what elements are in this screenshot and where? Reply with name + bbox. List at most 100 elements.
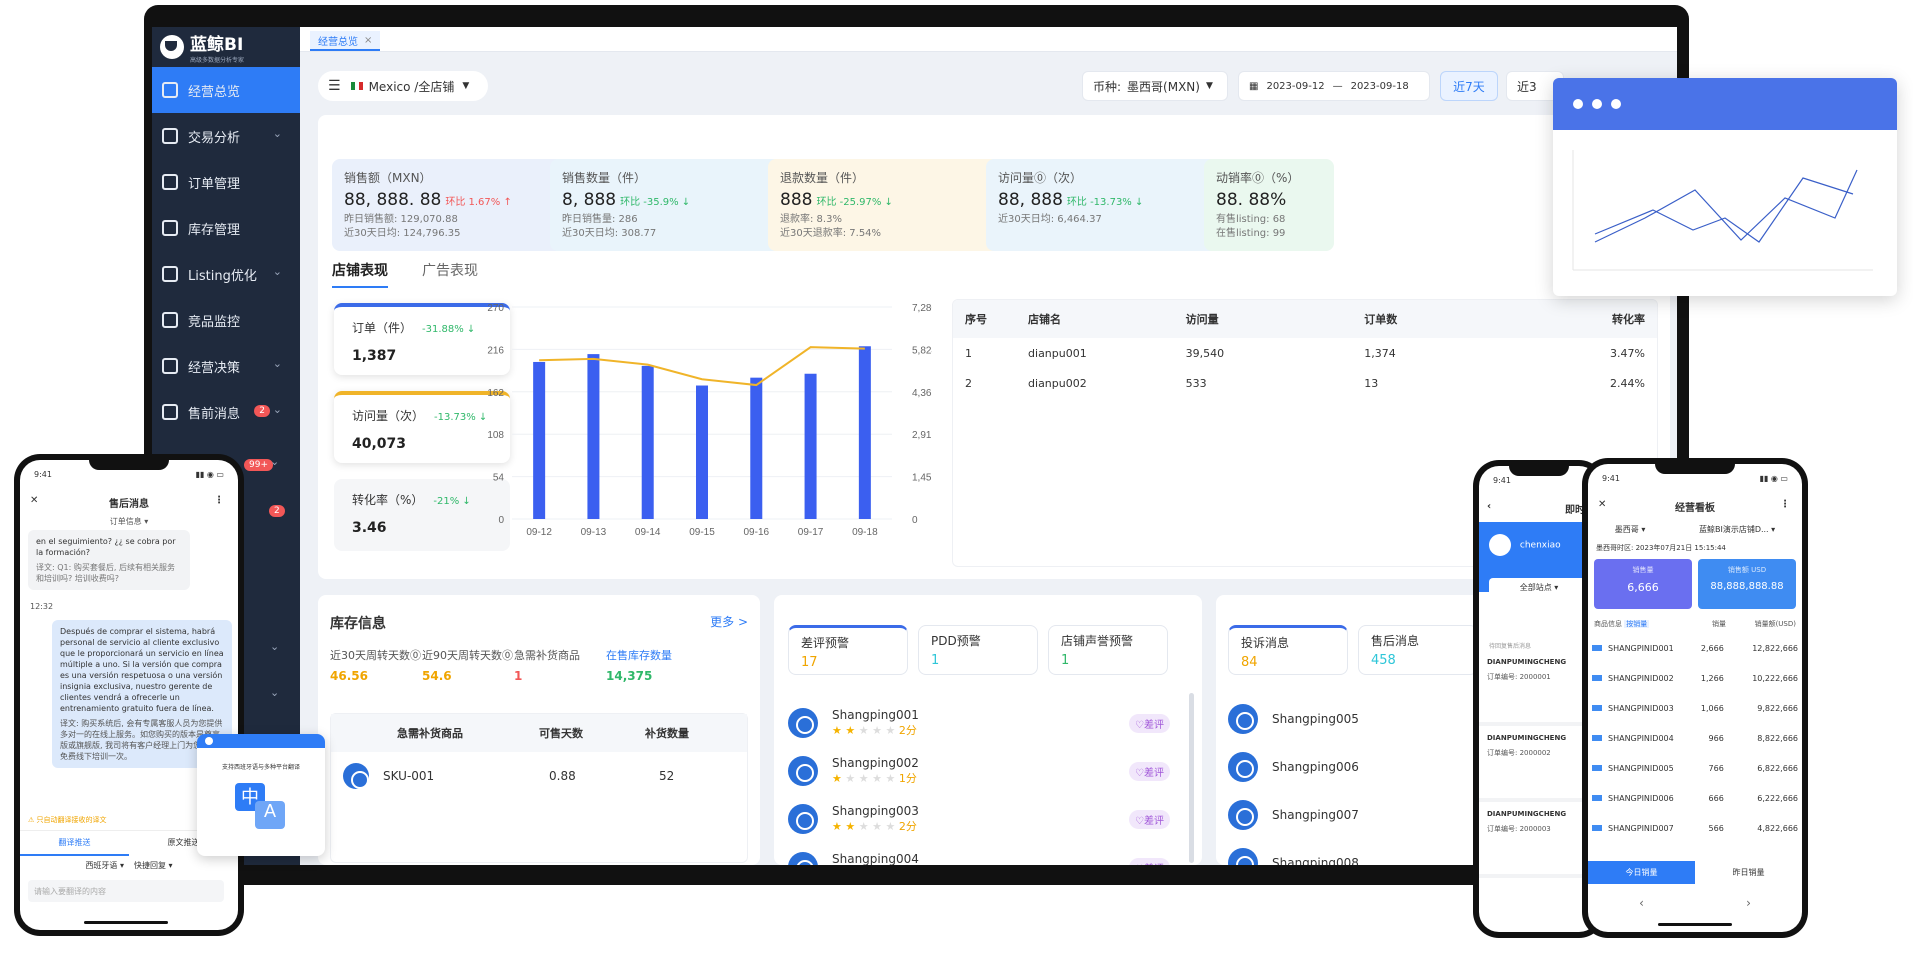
sidebar-item-label: Listing优化: [188, 268, 257, 284]
phone-time: 9:41: [1493, 476, 1511, 485]
more-icon[interactable]: ⋮: [214, 495, 224, 506]
sidebar-item-0[interactable]: 经营总览: [152, 67, 300, 113]
kpi-card[interactable]: 销售额（MXN） 88, 888. 88 环比 1.67% ↑ 昨日销售额: 129,…: [332, 159, 586, 251]
sidebar-item-4[interactable]: Listing优化 ⌄: [152, 251, 300, 297]
alert-card[interactable]: 投诉消息 84: [1228, 625, 1348, 675]
tab-ad-performance[interactable]: 广告表现: [422, 260, 478, 280]
kpi-title: 销售数量（件）: [562, 171, 647, 185]
tab-overview[interactable]: 经营总览 ×: [310, 31, 381, 51]
sidebar-item-2[interactable]: 订单管理: [152, 159, 300, 205]
sidebar-item-1[interactable]: 交易分析 ⌄: [152, 113, 300, 159]
bad-review-tag[interactable]: ♡差评: [1129, 809, 1170, 829]
back-icon[interactable]: ‹: [1487, 501, 1491, 512]
bar: [696, 385, 708, 519]
alert-card[interactable]: PDD预警 1: [918, 625, 1038, 675]
table-row[interactable]: 1 dianpu001 39,540 1,374 3.47%: [953, 338, 1657, 368]
tab-translate-push[interactable]: 翻译推送: [20, 831, 129, 856]
language-select[interactable]: 西班牙语 ▾: [85, 860, 124, 871]
sidebar-item-7[interactable]: 售前消息 2 ⌄: [152, 389, 300, 435]
y2-tick-label: 1,456: [912, 473, 932, 484]
order-info-toggle[interactable]: 订单信息 ▾: [20, 516, 238, 527]
chevron-down-icon[interactable]: ⌄: [270, 640, 279, 653]
store-select[interactable]: 蓝鲸BI演示店铺D... ▾: [1699, 524, 1775, 535]
table-row[interactable]: SHANGPINID004 966 8,822,666: [1588, 723, 1802, 753]
table-row[interactable]: SHANGPINID005 766 6,822,666: [1588, 753, 1802, 783]
alert-card[interactable]: 差评预警 17: [788, 625, 908, 675]
window-dot-icon[interactable]: [1611, 99, 1621, 109]
tab-today-sales[interactable]: 今日销量: [1588, 861, 1695, 884]
range-7days-button[interactable]: 近7天: [1440, 71, 1498, 101]
order-item[interactable]: DIANPUMINGCHENG 订单编号: 2000003: [1479, 802, 1599, 878]
site-selector[interactable]: 全部站点 ▾: [1489, 578, 1589, 597]
table-row[interactable]: SHANGPINID003 1,066 9,822,666: [1588, 693, 1802, 723]
list-item[interactable]: Shangping003 ★ ★ ★ ★ ★ 2分 ♡差评: [788, 795, 1178, 843]
sidebar-item-5[interactable]: 竞品监控: [152, 297, 300, 343]
popup-text: 支持西班牙语与多种平台翻译: [221, 764, 300, 771]
kpi-card[interactable]: 动销率⓪（%） 88. 88% 有售listing: 68 在售listing: 99: [1204, 159, 1334, 251]
table-row[interactable]: SHANGPINID001 2,666 12,822,666: [1588, 633, 1802, 663]
phone-screen: 9:41 ▮▮ ◉ ▭ ✕ 经营看板 ⋮ 墨西哥 ▾ 蓝鲸BI演示店铺D... ▾…: [1588, 464, 1802, 932]
alert-label: 售后消息: [1371, 634, 1420, 648]
chevron-down-icon[interactable]: ⌄: [270, 686, 279, 699]
more-icon[interactable]: ⋮: [1780, 499, 1790, 510]
kpi-card[interactable]: 访问量⓪（次） 88, 888 环比 -13.73% ↓ 近30天日均: 6,464.…: [986, 159, 1240, 251]
date-range-picker[interactable]: ▦ 2023-09-12 — 2023-09-18: [1238, 71, 1430, 101]
table-row[interactable]: SHANGPINID007 566 4,822,666: [1588, 813, 1802, 843]
close-icon[interactable]: ✕: [30, 495, 38, 506]
product-cell: SHANGPINID001: [1588, 633, 1690, 663]
sidebar-item-6[interactable]: 经营决策 ⌄: [152, 343, 300, 389]
app-logo[interactable]: 蓝鲸BI 高级多数据分析专家: [152, 27, 300, 67]
list-item[interactable]: Shangping002 ★ ★ ★ ★ ★ 1分 ♡差评: [788, 747, 1178, 795]
currency-selector[interactable]: 币种: 墨西哥(MXN) ▼: [1082, 71, 1228, 101]
shop-logo-icon: [788, 804, 818, 834]
table-row[interactable]: SKU-001 0.88 52: [331, 752, 747, 800]
menu-icon[interactable]: ☰: [328, 78, 341, 94]
message-text: Después de comprar el sistema, habrá per…: [60, 627, 224, 713]
kpi-sub: 近30天日均: 6,464.37: [998, 214, 1102, 225]
table-row[interactable]: 2 dianpu002 533 13 2.44%: [953, 368, 1657, 398]
window-dot-icon[interactable]: [1592, 99, 1602, 109]
window-dot-icon[interactable]: [1573, 99, 1583, 109]
kpi-sub: 近30天日均: 124,796.35: [344, 228, 461, 239]
tab-yesterday-sales[interactable]: 昨日销量: [1695, 861, 1802, 884]
bad-review-tag[interactable]: ♡差评: [1129, 713, 1170, 733]
bad-review-tag[interactable]: ♡差评: [1129, 761, 1170, 781]
chevron-down-icon: ⌄: [272, 127, 282, 140]
kpi-card[interactable]: 退款数量（件） 888 环比 -25.97% ↓ 退款率: 8.3% 近30天退款率: …: [768, 159, 1022, 251]
forward-icon[interactable]: ›: [1746, 896, 1751, 910]
chevron-down-icon[interactable]: ⌄: [270, 455, 279, 468]
quick-reply-select[interactable]: 快捷回复 ▾: [134, 860, 173, 871]
review-alert-panel: 差评预警 17 PDD预警 1 店铺声誉预警 1 Shangping001 ★ ★ ★ ★ …: [774, 595, 1202, 865]
product-name: Shangping007: [1272, 808, 1359, 822]
sort-tag[interactable]: 按销量: [1624, 620, 1650, 628]
qty-cell: 1,266: [1700, 673, 1724, 683]
close-icon[interactable]: ×: [364, 35, 372, 46]
tab-store-performance[interactable]: 店铺表现: [332, 260, 388, 288]
list-item[interactable]: Shangping004★ ★ ★ ★ ★ 3分♡差评: [788, 843, 1178, 865]
alert-card[interactable]: 店铺声誉预警 1: [1048, 625, 1168, 675]
bad-review-tag[interactable]: ♡差评: [1129, 857, 1170, 865]
x-tick-label: 09-15: [689, 527, 715, 538]
sidebar-item-label: 订单管理: [188, 176, 241, 192]
close-icon[interactable]: ✕: [1598, 499, 1606, 510]
kpi-card[interactable]: 销售数量（件） 8, 888 环比 -35.9% ↓ 昨日销售量: 286 近30天日均…: [550, 159, 804, 251]
table-row[interactable]: SHANGPINID002 1,266 10,222,666: [1588, 663, 1802, 693]
qty-cell: 766: [1708, 763, 1724, 773]
date-end: 2023-09-18: [1350, 80, 1409, 92]
translate-icon[interactable]: 中 A: [235, 783, 289, 833]
sidebar-item-3[interactable]: 库存管理: [152, 205, 300, 251]
table-row[interactable]: SHANGPINID006 666 6,222,666: [1588, 783, 1802, 813]
translation-text: 译文: Q1: 购买套餐后, 后续有相关服务和培训吗? 培训收费吗?: [36, 563, 175, 583]
back-icon[interactable]: ‹: [1639, 896, 1644, 910]
store-selector[interactable]: ☰ Mexico /全店铺 ▼: [318, 71, 488, 101]
order-item[interactable]: DIANPUMINGCHENG 订单编号: 2000001: [1479, 650, 1599, 726]
order-item[interactable]: DIANPUMINGCHENG 订单编号: 2000002: [1479, 726, 1599, 802]
country-select[interactable]: 墨西哥 ▾: [1615, 524, 1646, 535]
nav-icon: [162, 312, 178, 328]
list-item[interactable]: Shangping001 ★ ★ ★ ★ ★ 2分 ♡差评: [788, 699, 1178, 747]
more-link[interactable]: 更多 >: [710, 613, 748, 630]
message-input[interactable]: 请输入要翻译的内容: [28, 880, 224, 902]
alert-card[interactable]: 售后消息 458: [1358, 625, 1478, 675]
table-header-row: 序号 店铺名 访问量 订单数 转化率: [953, 300, 1657, 338]
scrollbar[interactable]: [1189, 693, 1194, 863]
